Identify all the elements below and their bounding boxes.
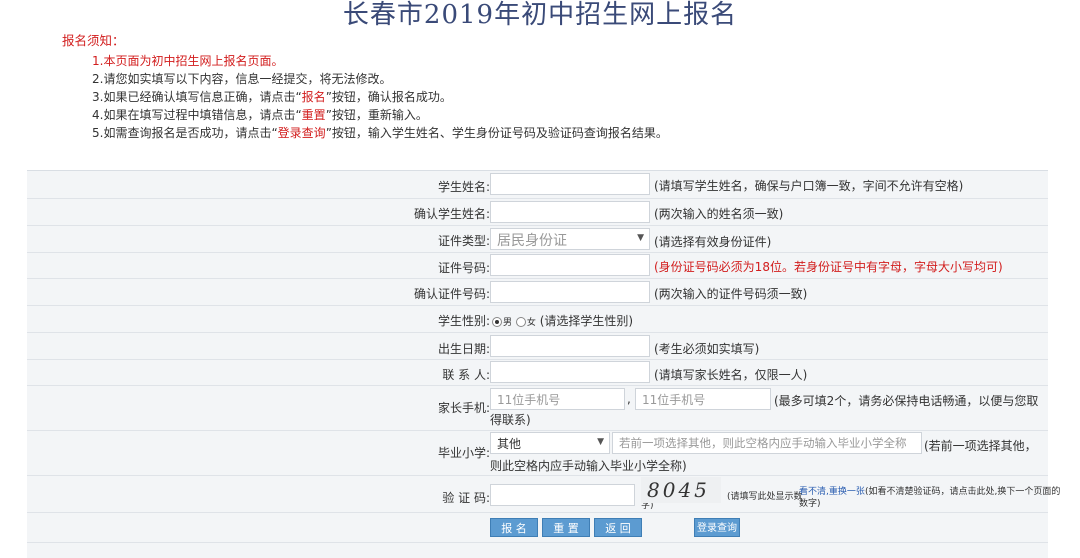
captcha-note-1: (请填写此处显示数 xyxy=(727,492,803,502)
id-type-select[interactable]: 居民身份证 ▼ xyxy=(490,228,650,250)
reset-button[interactable]: 重 置 xyxy=(542,518,590,537)
gender-female-label: 女 xyxy=(526,318,536,328)
notice-line-4-highlight: 重置 xyxy=(301,108,326,122)
row-birth: 出生日期: (考生必须如实填写) xyxy=(27,333,1048,360)
notice-section: 报名须知： 1.本页面为初中招生网上报名页面。 2.请您如实填写以下内容，信息一… xyxy=(62,30,668,142)
phone-separator: , xyxy=(627,392,631,406)
row-id-number: 证件号码: (身份证号码必须为18位。若身份证号中有字母，字母大小写均可) xyxy=(27,253,1048,279)
confirm-id-hint: (两次输入的证件号码须一致) xyxy=(654,287,808,301)
contact-hint: (请填写家长姓名，仅限一人) xyxy=(654,368,808,382)
school-name-input[interactable]: 若前一项选择其他，则此空格内应手动输入毕业小学全称 xyxy=(612,432,922,454)
row-phone: 家长手机: 11位手机号 , 11位手机号 (最多可填2个，请务必保持电话畅通，… xyxy=(27,386,1048,431)
row-school: 毕业小学: 其他 ▼ 若前一项选择其他，则此空格内应手动输入毕业小学全称 (若前… xyxy=(27,431,1048,476)
school-hint-1: (若前一项选择其他， xyxy=(924,439,1037,453)
captcha-note-4: 数字) xyxy=(799,499,821,509)
id-number-hint: (身份证号码必须为18位。若身份证号中有字母，字母大小写均可) xyxy=(654,260,1003,274)
gender-label: 学生性别: xyxy=(437,314,490,328)
phone-label: 家长手机: xyxy=(437,401,490,415)
back-button[interactable]: 返 回 xyxy=(594,518,642,537)
school-select[interactable]: 其他 ▼ xyxy=(490,432,610,454)
phone-hint-2: 得联系) xyxy=(490,413,531,427)
id-number-label: 证件号码: xyxy=(437,261,490,275)
school-label: 毕业小学: xyxy=(437,446,490,460)
confirm-id-input[interactable] xyxy=(490,281,650,303)
notice-line-5-b: ”按钮，输入学生姓名、学生身份证号码及验证码查询报名结果。 xyxy=(325,126,668,140)
contact-label: 联 系 人: xyxy=(442,368,490,382)
id-type-label: 证件类型: xyxy=(437,234,490,248)
notice-line-3: 3.如果已经确认填写信息正确，请点击“报名”按钮，确认报名成功。 xyxy=(92,88,668,106)
notice-line-4-a: 4.如果在填写过程中填错信息，请点击“ xyxy=(92,108,302,122)
chevron-down-icon: ▼ xyxy=(597,437,604,447)
phone-hint-1: (最多可填2个，请务必保持电话畅通，以便与您取 xyxy=(774,394,1039,408)
gender-options: 男 女 (请选择学生性别) xyxy=(492,312,633,329)
row-captcha: 验 证 码: 字) (请填写此处显示数 看不清,重换一张 (如看不清楚验证码，请… xyxy=(27,476,1060,513)
captcha-label: 验 证 码: xyxy=(442,491,490,505)
captcha-input[interactable] xyxy=(490,484,635,506)
student-name-label: 学生姓名: xyxy=(437,180,490,194)
birth-label: 出生日期: xyxy=(437,342,490,356)
notice-line-1: 1.本页面为初中招生网上报名页面。 xyxy=(92,54,284,68)
notice-line-4: 4.如果在填写过程中填错信息，请点击“重置”按钮，重新输入。 xyxy=(92,106,668,124)
notice-line-2: 2.请您如实填写以下内容，信息一经提交，将无法修改。 xyxy=(92,72,392,86)
id-type-hint: (请选择有效身份证件) xyxy=(654,235,772,249)
school-selected: 其他 xyxy=(497,437,522,451)
contact-input[interactable] xyxy=(490,361,650,383)
notice-line-4-b: ”按钮，重新输入。 xyxy=(325,108,428,122)
notice-line-3-b: ”按钮，确认报名成功。 xyxy=(325,90,452,104)
notice-line-3-highlight: 报名 xyxy=(301,90,326,104)
birth-hint: (考生必须如实填写) xyxy=(654,342,760,356)
notice-line-3-a: 3.如果已经确认填写信息正确，请点击“ xyxy=(92,90,302,104)
chevron-down-icon: ▼ xyxy=(637,233,644,243)
id-number-input[interactable] xyxy=(490,254,650,276)
id-type-selected: 居民身份证 xyxy=(497,233,567,249)
student-name-hint: (请填写学生姓名，确保与户口簿一致，字间不允许有空格) xyxy=(654,179,964,193)
confirm-id-label: 确认证件号码: xyxy=(413,287,490,301)
confirm-name-input[interactable] xyxy=(490,201,650,223)
row-gender: 学生性别: 男 女 (请选择学生性别) xyxy=(27,306,1048,333)
confirm-name-label: 确认学生姓名: xyxy=(413,207,490,221)
captcha-note-3: (如看不清楚验证码，请点击此处,换下一个页面的 xyxy=(865,487,1061,497)
row-id-type: 证件类型: 居民身份证 ▼ (请选择有效身份证件) xyxy=(27,226,1048,253)
notice-title: 报名须知： xyxy=(62,33,125,48)
row-confirm-name: 确认学生姓名: (两次输入的姓名须一致) xyxy=(27,199,1048,226)
page-title: 长春市2019年初中招生网上报名 xyxy=(342,0,738,30)
phone-input-2[interactable]: 11位手机号 xyxy=(635,388,771,410)
school-hint-2: 则此空格内应手动输入毕业小学全称) xyxy=(490,459,687,473)
birth-date-input[interactable] xyxy=(490,335,650,357)
login-query-button[interactable]: 登录查询 xyxy=(694,518,740,537)
notice-line-5-a: 5.如需查询报名是否成功，请点击“ xyxy=(92,126,278,140)
row-student-name: 学生姓名: (请填写学生姓名，确保与户口簿一致，字间不允许有空格) xyxy=(27,171,1048,199)
gender-hint: (请选择学生性别) xyxy=(539,314,634,328)
submit-button[interactable]: 报 名 xyxy=(490,518,538,537)
registration-form: 学生姓名: (请填写学生姓名，确保与户口簿一致，字间不允许有空格) 确认学生姓名… xyxy=(27,170,1060,558)
student-name-input[interactable] xyxy=(490,173,650,195)
row-contact: 联 系 人: (请填写家长姓名，仅限一人) xyxy=(27,360,1048,386)
notice-line-5-highlight: 登录查询 xyxy=(277,126,326,140)
row-confirm-id: 确认证件号码: (两次输入的证件号码须一致) xyxy=(27,279,1048,306)
gender-male-radio[interactable] xyxy=(492,316,502,327)
gender-female-radio[interactable] xyxy=(515,316,526,327)
notice-line-5: 5.如需查询报名是否成功，请点击“登录查询”按钮，输入学生姓名、学生身份证号码及… xyxy=(92,124,668,142)
phone-input-1[interactable]: 11位手机号 xyxy=(490,388,625,410)
confirm-name-hint: (两次输入的姓名须一致) xyxy=(654,207,784,221)
captcha-image[interactable]: 8045 xyxy=(641,477,721,503)
form-bottom-divider xyxy=(27,542,1048,543)
gender-male-label: 男 xyxy=(503,318,513,328)
